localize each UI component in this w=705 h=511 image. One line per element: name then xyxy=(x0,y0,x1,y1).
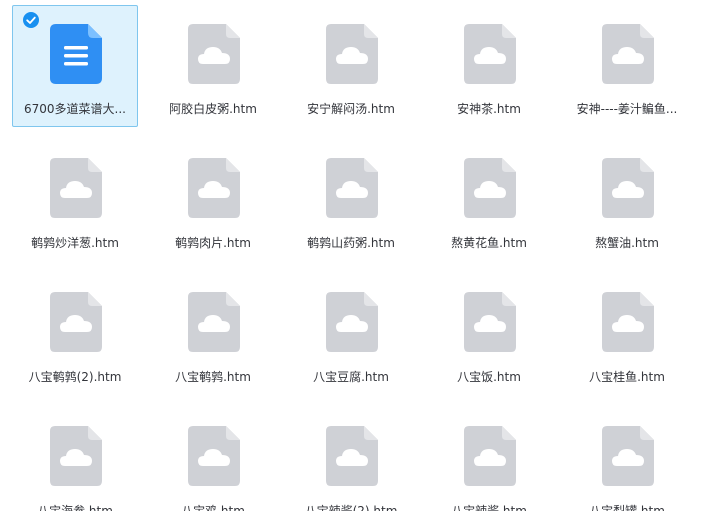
file-name-label: 八宝豆腐.htm xyxy=(313,370,389,384)
cloud-file-icon xyxy=(464,158,516,218)
file-name-label: 鹌鹑肉片.htm xyxy=(175,236,251,250)
cloud-file-icon xyxy=(188,292,240,352)
file-name-label: 安宁解闷汤.htm xyxy=(307,102,395,116)
file-name-label: 八宝辣酱.htm xyxy=(451,504,527,511)
cloud-file-icon xyxy=(326,158,378,218)
cloud-file-icon xyxy=(188,24,240,84)
file-item[interactable]: 鹌鹑山药粥.htm xyxy=(288,139,414,261)
document-icon xyxy=(50,24,102,84)
file-item[interactable]: 八宝鹌鹑(2).htm xyxy=(12,273,138,395)
file-name-label: 安神----姜汁鳊鱼... xyxy=(576,102,678,116)
file-name-label: 八宝桂鱼.htm xyxy=(589,370,665,384)
cloud-file-icon xyxy=(50,426,102,486)
file-item[interactable]: 鹌鹑肉片.htm xyxy=(150,139,276,261)
cloud-file-icon xyxy=(602,292,654,352)
cloud-file-icon xyxy=(188,426,240,486)
file-grid: 6700多道菜谱大... 阿胶白皮粥.htm 安宁解闷汤.htm 安神茶.htm 安神-… xyxy=(0,0,705,511)
cloud-file-icon xyxy=(464,292,516,352)
cloud-file-icon xyxy=(602,426,654,486)
file-name-label: 阿胶白皮粥.htm xyxy=(169,102,257,116)
file-item[interactable]: 八宝饭.htm xyxy=(426,273,552,395)
file-item[interactable]: 八宝海参.htm xyxy=(12,407,138,511)
file-name-label: 八宝饭.htm xyxy=(457,370,521,384)
cloud-file-icon xyxy=(50,158,102,218)
file-item[interactable]: 熬蟹油.htm xyxy=(564,139,690,261)
file-name-label: 八宝梨罐.htm xyxy=(589,504,665,511)
file-name-label: 熬黄花鱼.htm xyxy=(451,236,527,250)
cloud-file-icon xyxy=(326,426,378,486)
cloud-file-icon xyxy=(326,24,378,84)
file-item[interactable]: 八宝鹌鹑.htm xyxy=(150,273,276,395)
file-item[interactable]: 熬黄花鱼.htm xyxy=(426,139,552,261)
cloud-file-icon xyxy=(50,292,102,352)
file-name-label: 鹌鹑山药粥.htm xyxy=(307,236,395,250)
file-item[interactable]: 八宝桂鱼.htm xyxy=(564,273,690,395)
file-item[interactable]: 6700多道菜谱大... xyxy=(12,5,138,127)
file-item[interactable]: 安神茶.htm xyxy=(426,5,552,127)
cloud-file-icon xyxy=(464,426,516,486)
file-item[interactable]: 八宝梨罐.htm xyxy=(564,407,690,511)
file-name-label: 6700多道菜谱大... xyxy=(24,102,126,116)
file-item[interactable]: 八宝鸡.htm xyxy=(150,407,276,511)
cloud-file-icon xyxy=(602,158,654,218)
file-name-label: 鹌鹑炒洋葱.htm xyxy=(31,236,119,250)
file-name-label: 八宝鹌鹑.htm xyxy=(175,370,251,384)
file-item[interactable]: 安宁解闷汤.htm xyxy=(288,5,414,127)
file-name-label: 安神茶.htm xyxy=(457,102,521,116)
cloud-file-icon xyxy=(188,158,240,218)
file-item[interactable]: 八宝豆腐.htm xyxy=(288,273,414,395)
file-name-label: 熬蟹油.htm xyxy=(595,236,659,250)
file-item[interactable]: 八宝辣酱(2).htm xyxy=(288,407,414,511)
cloud-file-icon xyxy=(602,24,654,84)
file-item[interactable]: 鹌鹑炒洋葱.htm xyxy=(12,139,138,261)
file-item[interactable]: 阿胶白皮粥.htm xyxy=(150,5,276,127)
file-name-label: 八宝海参.htm xyxy=(37,504,113,511)
cloud-file-icon xyxy=(464,24,516,84)
file-name-label: 八宝鹌鹑(2).htm xyxy=(28,370,122,384)
checkmark-icon[interactable] xyxy=(23,12,39,28)
cloud-file-icon xyxy=(326,292,378,352)
file-item[interactable]: 安神----姜汁鳊鱼... xyxy=(564,5,690,127)
file-item[interactable]: 八宝辣酱.htm xyxy=(426,407,552,511)
file-name-label: 八宝辣酱(2).htm xyxy=(304,504,398,511)
file-name-label: 八宝鸡.htm xyxy=(181,504,245,511)
